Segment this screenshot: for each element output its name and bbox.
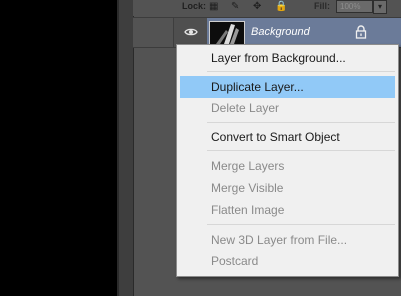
layer-name: Background (251, 26, 310, 38)
menu-item-duplicate-layer[interactable]: Duplicate Layer... (180, 76, 395, 98)
menu-item-postcard[interactable]: Postcard (177, 250, 398, 272)
menu-item-convert-to-smart-object[interactable]: Convert to Smart Object (177, 126, 398, 148)
lock-transparent-pixels-icon[interactable]: ▦ (209, 1, 218, 12)
menu-item-layer-from-background[interactable]: Layer from Background... (177, 47, 398, 69)
lock-position-icon[interactable]: ✥ (253, 1, 261, 12)
menu-item-merge-layers[interactable]: Merge Layers (177, 155, 398, 177)
eye-icon[interactable] (184, 25, 198, 39)
selected-layer-highlight[interactable]: Background (207, 18, 401, 47)
lock-label: Lock: (182, 1, 207, 11)
lock-image-pixels-icon[interactable]: ✎ (231, 1, 239, 12)
lock-bar: Lock: ▦ ✎ ✥ 🔒 Fill: 100% ▾ (133, 0, 401, 16)
menu-separator (207, 71, 395, 72)
layer-gutter (133, 18, 174, 47)
lock-all-icon[interactable]: 🔒 (275, 1, 287, 12)
layer-lock-icon (355, 25, 367, 39)
panel-collapse-strip (119, 0, 133, 296)
document-canvas[interactable] (0, 0, 117, 296)
fill-input[interactable]: 100% (336, 0, 373, 13)
layer-thumbnail (209, 21, 245, 45)
menu-item-flatten-image[interactable]: Flatten Image (177, 199, 398, 221)
fill-label: Fill: (314, 1, 330, 11)
layer-context-menu: Layer from Background... Duplicate Layer… (176, 44, 399, 277)
menu-separator (207, 224, 395, 225)
menu-separator (207, 150, 395, 151)
menu-item-delete-layer[interactable]: Delete Layer (177, 97, 398, 119)
menu-item-new-3d-layer-from-file[interactable]: New 3D Layer from File... (177, 229, 398, 251)
menu-item-merge-visible[interactable]: Merge Visible (177, 177, 398, 199)
fill-dropdown-arrow-icon[interactable]: ▾ (373, 0, 387, 14)
menu-separator (207, 122, 395, 123)
